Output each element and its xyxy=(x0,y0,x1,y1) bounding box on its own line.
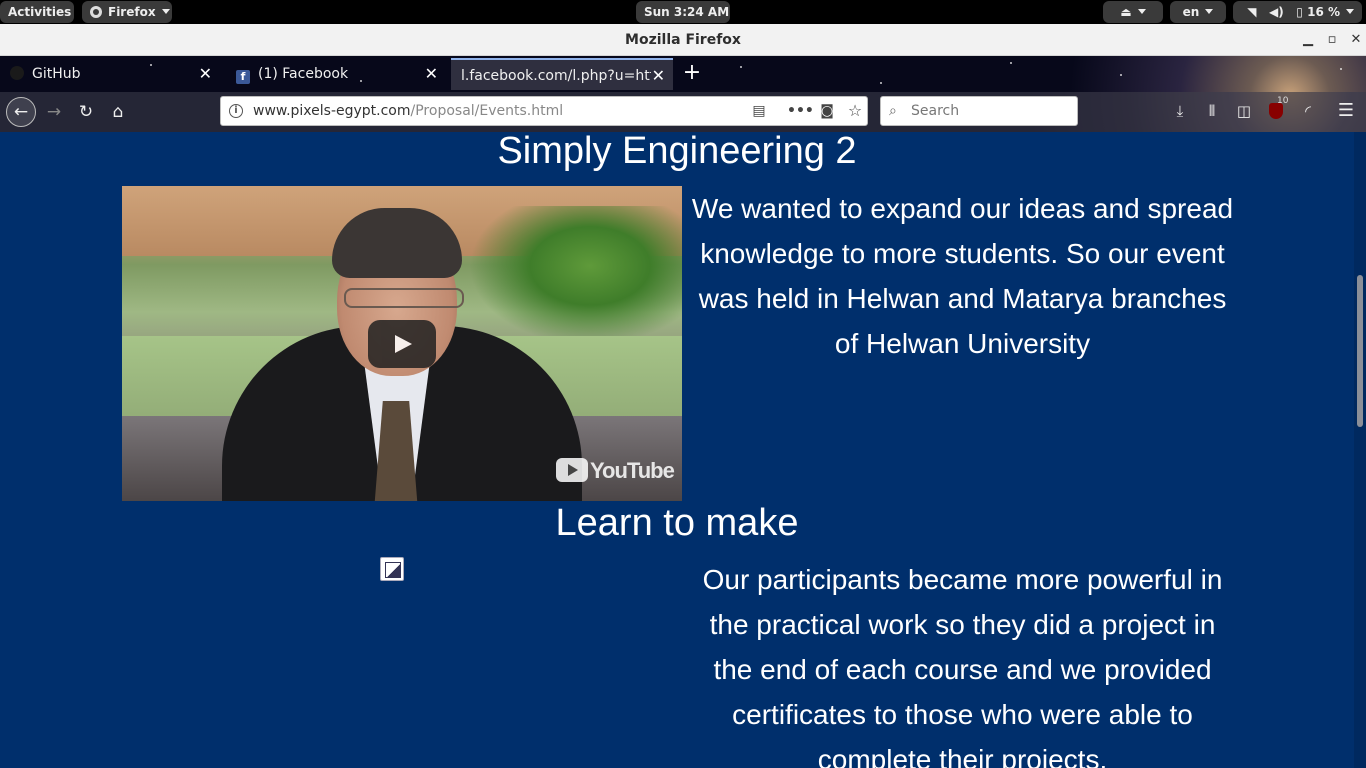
app-menu-label: Firefox xyxy=(108,5,156,19)
url-path: /Proposal/Events.html xyxy=(410,103,564,119)
status-menu-button[interactable]: ◥ ◀) ▯ 16 % xyxy=(1233,1,1362,23)
star-decoration xyxy=(880,82,882,84)
github-icon xyxy=(10,66,24,80)
section-description: We wanted to expand our ideas and spread… xyxy=(691,193,1234,359)
library-icon[interactable]: ⫴ xyxy=(1199,98,1225,124)
section-title: Simply Engineering 2 xyxy=(497,132,857,172)
youtube-play-icon xyxy=(556,458,588,482)
close-tab-icon[interactable]: ✕ xyxy=(652,60,665,90)
chevron-down-icon xyxy=(1346,9,1354,14)
wifi-icon: ◥ xyxy=(1247,5,1257,19)
url-host: www.pixels-egypt.com xyxy=(253,103,411,119)
window-titlebar: Mozilla Firefox ▁ ▫ ✕ xyxy=(0,24,1366,56)
section-description: Our participants became more powerful in… xyxy=(702,564,1223,768)
url-text[interactable]: www.pixels-egypt.com/Proposal/Events.htm… xyxy=(253,97,563,125)
page-content: Simply Engineering 2 YouTube We wanted t… xyxy=(0,132,1354,768)
star-decoration xyxy=(1340,68,1342,70)
clock-button[interactable]: Sun 3:24 AM xyxy=(636,1,730,23)
tab-title: l.facebook.com/l.php?u=http xyxy=(461,68,651,84)
window-title: Mozilla Firefox xyxy=(625,32,741,48)
back-button[interactable]: ← xyxy=(6,97,36,127)
chevron-down-icon xyxy=(1205,9,1214,14)
forward-button[interactable]: → xyxy=(40,98,68,126)
system-top-bar: Activities Firefox Sun 3:24 AM ⏏ en ◥ ◀)… xyxy=(0,0,1366,24)
minimize-button[interactable]: ▁ xyxy=(1300,32,1316,48)
page-scrollbar[interactable] xyxy=(1354,132,1366,768)
tab-active-redirect[interactable]: l.facebook.com/l.php?u=http ✕ xyxy=(451,58,673,90)
url-bar[interactable]: i www.pixels-egypt.com/Proposal/Events.h… xyxy=(220,96,868,126)
play-button[interactable] xyxy=(368,320,436,368)
tab-facebook[interactable]: f (1) Facebook ✕ xyxy=(226,58,446,90)
section-title: Learn to make xyxy=(555,502,799,544)
language-label: en xyxy=(1182,5,1200,19)
scrollbar-thumb[interactable] xyxy=(1357,275,1363,427)
star-decoration xyxy=(740,66,742,68)
hamburger-menu-icon[interactable]: ☰ xyxy=(1333,98,1359,124)
downloads-icon[interactable]: ⤓ xyxy=(1167,98,1193,124)
sidebar-icon[interactable]: ◫ xyxy=(1231,98,1257,124)
search-placeholder: Search xyxy=(911,103,960,119)
star-decoration xyxy=(1120,74,1122,76)
window-close-button[interactable]: ✕ xyxy=(1348,32,1364,48)
bookmark-star-icon[interactable]: ☆ xyxy=(843,97,867,125)
rss-icon[interactable]: ◜ xyxy=(1295,98,1321,124)
site-info-icon[interactable]: i xyxy=(229,104,243,118)
facebook-icon: f xyxy=(236,70,250,84)
tab-title: (1) Facebook xyxy=(258,66,349,82)
battery-icon: ▯ xyxy=(1296,5,1303,19)
app-menu-button[interactable]: Firefox xyxy=(82,1,172,23)
ublock-count-badge: 10 xyxy=(1277,96,1289,106)
battery-level: 16 % xyxy=(1307,5,1340,19)
search-icon: ⌕ xyxy=(889,103,897,119)
chevron-down-icon xyxy=(1137,9,1146,14)
youtube-logo-text: YouTube xyxy=(590,458,675,483)
tab-title: GitHub xyxy=(32,66,81,82)
close-tab-icon[interactable]: ✕ xyxy=(425,58,438,90)
reload-button[interactable]: ↻ xyxy=(72,98,100,126)
volume-icon: ◀) xyxy=(1269,5,1284,19)
pocket-icon[interactable]: ◙ xyxy=(815,97,839,125)
embedded-video[interactable]: YouTube xyxy=(122,186,682,501)
chevron-down-icon xyxy=(161,9,170,14)
star-decoration xyxy=(1010,62,1012,64)
video-frame-art xyxy=(344,288,464,308)
tab-github[interactable]: GitHub ✕ xyxy=(0,58,220,90)
maximize-button[interactable]: ▫ xyxy=(1324,32,1340,48)
new-tab-button[interactable]: + xyxy=(680,58,704,90)
tab-strip: GitHub ✕ f (1) Facebook ✕ l.facebook.com/… xyxy=(0,56,1366,92)
eject-icon: ⏏ xyxy=(1120,5,1132,19)
reader-view-icon[interactable]: ▤ xyxy=(747,97,771,125)
firefox-icon xyxy=(90,6,102,18)
language-button[interactable]: en xyxy=(1170,1,1226,23)
youtube-logo[interactable]: YouTube xyxy=(556,458,675,486)
home-button[interactable]: ⌂ xyxy=(104,98,132,126)
search-input[interactable]: ⌕ Search xyxy=(880,96,1078,126)
broken-image-icon xyxy=(380,557,404,581)
removable-media-button[interactable]: ⏏ xyxy=(1103,1,1163,23)
close-tab-icon[interactable]: ✕ xyxy=(199,58,212,90)
page-actions-icon[interactable]: ••• xyxy=(787,97,814,125)
activities-button[interactable]: Activities xyxy=(0,1,74,23)
